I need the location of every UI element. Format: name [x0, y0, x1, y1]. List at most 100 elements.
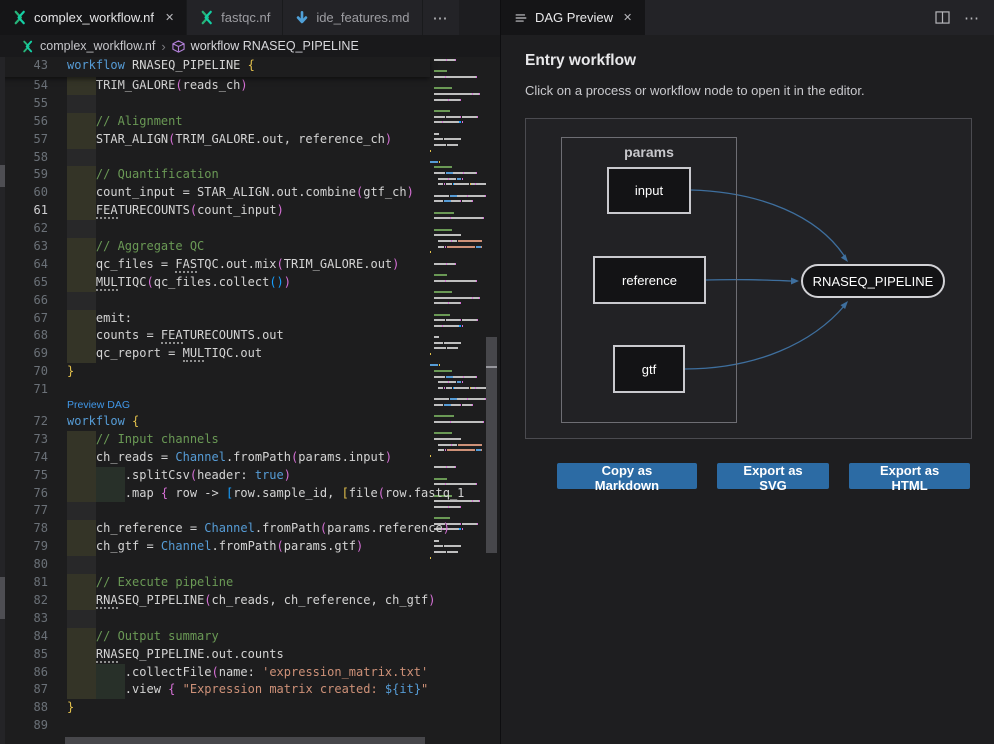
breadcrumb-file[interactable]: complex_workflow.nf [40, 39, 155, 53]
code-line[interactable]: 55 [0, 95, 430, 113]
line-number[interactable]: 77 [0, 502, 48, 520]
line-number[interactable]: 58 [0, 149, 48, 167]
tab-fastqc[interactable]: fastqc.nf [187, 0, 283, 35]
code-line[interactable]: 63 // Aggregate QC [0, 238, 430, 256]
line-number[interactable]: 62 [0, 220, 48, 238]
code-line[interactable]: 86 .collectFile(name: 'expression_matrix… [0, 664, 430, 682]
code-line[interactable]: 60 count_input = STAR_ALIGN.out.combine(… [0, 184, 430, 202]
dag-node-gtf[interactable]: gtf [613, 345, 685, 393]
code-line[interactable]: 88} [0, 699, 430, 717]
line-number[interactable]: 56 [0, 113, 48, 131]
scrollbar-thumb[interactable] [65, 737, 425, 744]
line-number[interactable]: 78 [0, 520, 48, 538]
line-number[interactable]: 61 [0, 202, 48, 220]
line-number[interactable]: 57 [0, 131, 48, 149]
code-line[interactable]: 64 qc_files = FASTQC.out.mix(TRIM_GALORE… [0, 256, 430, 274]
codelens-preview-dag[interactable]: Preview DAG [0, 399, 430, 413]
scrollbar-thumb[interactable] [486, 337, 497, 553]
tab-ide-features[interactable]: ide_features.md [283, 0, 422, 35]
line-number[interactable]: 59 [0, 166, 48, 184]
code-line[interactable]: 56 // Alignment [0, 113, 430, 131]
line-number[interactable]: 55 [0, 95, 48, 113]
more-actions-icon[interactable]: ⋯ [964, 9, 980, 27]
tab-dag-preview[interactable]: DAG Preview ✕ [501, 0, 645, 35]
line-number[interactable]: 73 [0, 431, 48, 449]
code-line[interactable]: 80 [0, 556, 430, 574]
line-number[interactable]: 68 [0, 327, 48, 345]
tab-complex-workflow[interactable]: complex_workflow.nf ✕ [0, 0, 187, 35]
line-number[interactable]: 63 [0, 238, 48, 256]
line-number[interactable]: 67 [0, 310, 48, 328]
line-number[interactable]: 69 [0, 345, 48, 363]
code-line[interactable]: 84 // Output summary [0, 628, 430, 646]
code-line[interactable]: 85 RNASEQ_PIPELINE.out.counts [0, 646, 430, 664]
line-number[interactable]: 71 [0, 381, 48, 399]
line-number[interactable]: 89 [0, 717, 48, 735]
line-number[interactable]: 80 [0, 556, 48, 574]
code-line[interactable]: 66 [0, 292, 430, 310]
line-number[interactable]: 85 [0, 646, 48, 664]
dag-node-input[interactable]: input [607, 167, 691, 214]
code-line[interactable]: 62 [0, 220, 430, 238]
code-line[interactable]: 61 FEATURECOUNTS(count_input) [0, 202, 430, 220]
line-number[interactable]: 75 [0, 467, 48, 485]
close-tab-icon[interactable]: ✕ [165, 11, 174, 24]
line-number[interactable]: 88 [0, 699, 48, 717]
line-number[interactable]: 65 [0, 274, 48, 292]
code-line[interactable]: 75 .splitCsv(header: true) [0, 467, 430, 485]
line-number[interactable]: 84 [0, 628, 48, 646]
code-line[interactable]: 74 ch_reads = Channel.fromPath(params.in… [0, 449, 430, 467]
line-number[interactable]: 43 [0, 57, 48, 75]
sticky-scroll-line[interactable]: 43workflow RNASEQ_PIPELINE { [0, 57, 430, 77]
breadcrumb-symbol[interactable]: workflow RNASEQ_PIPELINE [191, 39, 359, 53]
line-number[interactable]: 86 [0, 664, 48, 682]
line-number[interactable]: 66 [0, 292, 48, 310]
code-line[interactable]: 83 [0, 610, 430, 628]
code-line[interactable]: 82 RNASEQ_PIPELINE(ch_reads, ch_referenc… [0, 592, 430, 610]
line-number[interactable]: 87 [0, 681, 48, 699]
code-line[interactable]: 65 MULTIQC(qc_files.collect()) [0, 274, 430, 292]
code-line[interactable]: 81 // Execute pipeline [0, 574, 430, 592]
line-number[interactable]: 82 [0, 592, 48, 610]
code-editor[interactable]: 43workflow RNASEQ_PIPELINE { 54 TRIM_GAL… [0, 57, 500, 744]
code-line[interactable]: 43workflow RNASEQ_PIPELINE { [0, 57, 430, 75]
code-line[interactable]: 87 .view { "Expression matrix created: $… [0, 681, 430, 699]
vertical-scrollbar[interactable] [486, 57, 497, 744]
line-number[interactable]: 54 [0, 77, 48, 95]
line-number[interactable]: 83 [0, 610, 48, 628]
line-number[interactable]: 79 [0, 538, 48, 556]
line-number[interactable]: 64 [0, 256, 48, 274]
line-number[interactable]: 70 [0, 363, 48, 381]
code-line[interactable]: 89 [0, 717, 430, 735]
code-line[interactable]: 73 // Input channels [0, 431, 430, 449]
breadcrumb[interactable]: complex_workflow.nf › workflow RNASEQ_PI… [0, 35, 500, 57]
code-line[interactable]: 68 counts = FEATURECOUNTS.out [0, 327, 430, 345]
code-line[interactable]: 76 .map { row -> [row.sample_id, [file(r… [0, 485, 430, 503]
line-number[interactable]: 72 [0, 413, 48, 431]
code-line[interactable]: 72workflow { [0, 413, 430, 431]
code-line[interactable]: 67 emit: [0, 310, 430, 328]
code-line[interactable]: 70} [0, 363, 430, 381]
code-line[interactable]: 69 qc_report = MULTIQC.out [0, 345, 430, 363]
export-as-svg-button[interactable]: Export as SVG [717, 463, 829, 489]
code-line[interactable]: 57 STAR_ALIGN(TRIM_GALORE.out, reference… [0, 131, 430, 149]
code-line[interactable]: 59 // Quantification [0, 166, 430, 184]
line-number[interactable]: 81 [0, 574, 48, 592]
code-line[interactable]: 77 [0, 502, 430, 520]
code-line[interactable]: 79 ch_gtf = Channel.fromPath(params.gtf) [0, 538, 430, 556]
copy-as-markdown-button[interactable]: Copy as Markdown [557, 463, 697, 489]
code-line[interactable]: 54 TRIM_GALORE(reads_ch) [0, 77, 430, 95]
line-number[interactable]: 60 [0, 184, 48, 202]
dag-node-rnaseq-pipeline[interactable]: RNASEQ_PIPELINE [801, 264, 945, 298]
code-line[interactable]: 78 ch_reference = Channel.fromPath(param… [0, 520, 430, 538]
close-panel-icon[interactable]: ✕ [623, 11, 632, 24]
split-editor-icon[interactable] [935, 11, 950, 24]
code-line[interactable]: 58 [0, 149, 430, 167]
dag-node-reference[interactable]: reference [593, 256, 706, 304]
more-tabs-button[interactable]: ⋯ [423, 0, 459, 35]
line-number[interactable]: 74 [0, 449, 48, 467]
horizontal-scrollbar[interactable] [0, 736, 430, 744]
export-as-html-button[interactable]: Export as HTML [849, 463, 970, 489]
code-line[interactable]: 71 [0, 381, 430, 399]
line-number[interactable]: 76 [0, 485, 48, 503]
